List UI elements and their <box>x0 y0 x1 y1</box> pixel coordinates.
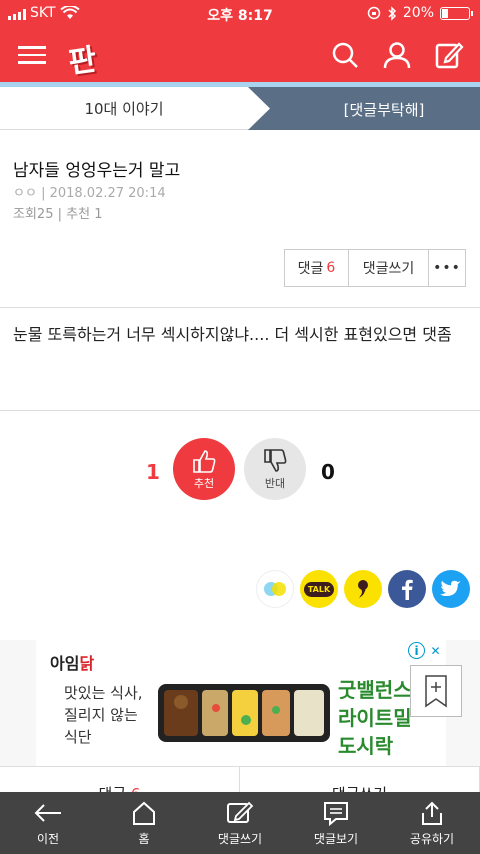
comment-button-label: 댓글 <box>297 261 324 277</box>
breadcrumb: 10대 이야기 [댓글부탁해] <box>0 82 480 130</box>
write-icon[interactable] <box>434 40 464 70</box>
ad-left-text: 맛있는 식사, 질리지 않는 식단 <box>64 682 143 748</box>
bottom-navigation: 이전 홈 댓글쓰기 댓글보기 공유하기 <box>0 792 480 854</box>
nav-view-comments-label: 댓글보기 <box>313 832 359 846</box>
status-right: 20% <box>367 5 473 21</box>
post-meta: ㅇㅇ | 2018.02.27 20:14 <box>13 182 166 201</box>
post-action-buttons: 댓글 6 댓글쓰기 ••• <box>284 249 466 287</box>
write-comment-button[interactable]: 댓글쓰기 <box>349 250 429 286</box>
ad-info-icon[interactable]: i <box>408 642 425 659</box>
ad-right-line-3: 도시락 <box>338 734 394 758</box>
upvote-count: 1 <box>146 460 160 484</box>
share-buttons: TALK <box>256 570 470 608</box>
nav-share[interactable]: 공유하기 <box>384 792 480 854</box>
vote-section: 1 추천 반대 0 <box>0 438 480 502</box>
advertisement[interactable]: 아임닭 맛있는 식사, 질리지 않는 식단 굿밸런스 라이트밀 도시락 i ✕ <box>0 640 480 766</box>
ad-right-line-2: 라이트밀 <box>338 706 412 730</box>
facebook-icon[interactable] <box>388 570 426 608</box>
rotation-lock-icon <box>367 6 381 20</box>
share-icon <box>422 801 442 825</box>
divider <box>0 410 480 411</box>
comment-button[interactable]: 댓글 6 <box>285 250 349 286</box>
nav-back-label: 이전 <box>36 832 60 846</box>
home-icon <box>133 801 155 825</box>
copy-link-icon[interactable] <box>256 570 294 608</box>
search-icon[interactable] <box>330 40 360 70</box>
recommend-count: 1 <box>94 207 103 222</box>
ad-close-icon[interactable]: ✕ <box>427 642 444 659</box>
thumbs-up-icon <box>193 450 216 473</box>
back-arrow-icon <box>34 804 61 822</box>
ad-left-line-2: 질리지 않는 <box>64 706 138 724</box>
post-date: 2018.02.27 20:14 <box>49 186 166 201</box>
ad-banner[interactable]: 아임닭 맛있는 식사, 질리지 않는 식단 굿밸런스 라이트밀 도시락 <box>36 640 446 766</box>
nav-back[interactable]: 이전 <box>0 792 96 854</box>
downvote-label: 반대 <box>264 477 286 490</box>
battery-fill <box>442 8 448 18</box>
ad-brand-prefix: 아임 <box>50 654 80 673</box>
post-header: 남자들 엉엉우는거 말고 ㅇㅇ | 2018.02.27 20:14 조회25 … <box>0 130 480 308</box>
ad-right-line-1: 굿밸런스 <box>338 678 412 702</box>
nav-view-comments[interactable]: 댓글보기 <box>288 792 384 854</box>
nav-home-label: 홈 <box>138 832 150 846</box>
views-count: 25 <box>36 207 54 222</box>
menu-icon[interactable] <box>18 41 46 69</box>
ad-controls: i ✕ <box>408 642 444 659</box>
post-body: 눈물 또륵하는거 너무 섹시하지않냐.... 더 섹시한 표현있으면 댓좀 <box>13 325 452 344</box>
kakaostory-icon[interactable] <box>344 570 382 608</box>
bookmark-add-icon <box>425 675 447 708</box>
write-comment-icon <box>227 801 254 823</box>
post-author[interactable]: ㅇㅇ <box>13 186 37 201</box>
thumbs-down-icon <box>264 449 287 472</box>
app-logo[interactable]: 판 <box>65 32 114 81</box>
user-icon[interactable] <box>382 40 412 70</box>
bluetooth-icon <box>388 5 396 21</box>
bookmark-button[interactable] <box>410 665 462 717</box>
nav-share-label: 공유하기 <box>409 832 455 846</box>
ad-brand: 아임닭 <box>50 650 94 674</box>
ad-left-line-1: 맛있는 식사, <box>64 684 143 702</box>
twitter-icon[interactable] <box>432 570 470 608</box>
stats-separator: | <box>57 207 67 222</box>
upvote-button[interactable]: 추천 <box>173 438 235 500</box>
comment-button-count: 6 <box>326 260 336 276</box>
header-actions <box>330 40 464 70</box>
downvote-count: 0 <box>321 460 335 484</box>
app-header: 판 <box>0 28 480 82</box>
nav-write-comment[interactable]: 댓글쓰기 <box>192 792 288 854</box>
nav-write-comment-label: 댓글쓰기 <box>217 832 263 846</box>
nav-home[interactable]: 홈 <box>96 792 192 854</box>
breadcrumb-current-label: [댓글부탁해] <box>343 101 425 119</box>
views-label: 조회 <box>13 207 37 222</box>
status-bar: SKT 오후 8:17 20% <box>0 0 480 28</box>
comments-icon <box>324 802 348 826</box>
breadcrumb-current[interactable]: [댓글부탁해] <box>248 87 480 130</box>
breadcrumb-category[interactable]: 10대 이야기 <box>0 87 248 130</box>
lunchbox-image <box>158 684 330 742</box>
post-stats: 조회25 | 추천 1 <box>13 203 102 222</box>
meta-separator: | <box>41 186 50 201</box>
battery-percent: 20% <box>402 5 434 21</box>
upvote-label: 추천 <box>193 477 215 490</box>
ad-right-text: 굿밸런스 라이트밀 도시락 <box>338 676 412 760</box>
kakaotalk-icon[interactable]: TALK <box>300 570 338 608</box>
kakaotalk-label: TALK <box>303 581 335 597</box>
ad-left-line-3: 식단 <box>64 728 92 746</box>
recommend-label: 추천 <box>66 207 91 222</box>
ad-brand-suffix: 닭 <box>79 654 95 673</box>
downvote-button[interactable]: 반대 <box>244 438 306 500</box>
battery-icon <box>440 6 473 20</box>
post-title: 남자들 엉엉우는거 말고 <box>13 161 181 181</box>
more-button[interactable]: ••• <box>429 250 465 286</box>
